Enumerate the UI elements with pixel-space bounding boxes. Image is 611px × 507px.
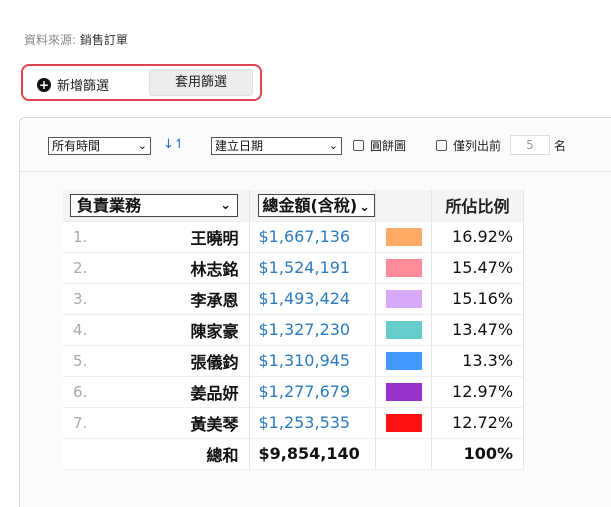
rank-number: 1.: [73, 227, 88, 246]
report-toolbar: 所有時間 ⌄ ↓↿ 建立日期 ⌄ 圓餅圖 僅列出前 5 名: [20, 118, 611, 172]
column-header-percentage: 所佔比例: [431, 190, 525, 222]
apply-filter-button[interactable]: 套用篩選: [149, 69, 253, 96]
group-by-value: 負責業務: [77, 195, 142, 215]
total-label: 總和: [63, 438, 250, 470]
time-range-select[interactable]: 所有時間 ⌄: [48, 137, 151, 155]
sales-rep-name: 姜品妍: [190, 383, 239, 403]
rank-number: 4.: [73, 320, 88, 339]
top-n-suffix: 名: [554, 139, 567, 153]
filter-bar: + 新增篩選 套用篩選: [21, 64, 262, 101]
rank-name-cell: 6. 姜品妍: [63, 376, 250, 408]
color-swatch: [386, 289, 423, 308]
sort-icon[interactable]: ↓↿: [163, 137, 185, 152]
chevron-down-icon: ⌄: [137, 139, 147, 152]
percentage-value: 16.92%: [431, 221, 525, 253]
sales-rep-name: 張儀鈞: [190, 352, 239, 372]
metric-select[interactable]: 總金額(含稅) ⌄: [257, 193, 376, 217]
percentage-value: 12.97%: [431, 376, 525, 408]
total-percentage: 100%: [431, 438, 525, 470]
rank-name-cell: 7. 黃美琴: [63, 407, 250, 439]
total-color-cell: [375, 438, 433, 470]
amount-link[interactable]: $1,327,230: [249, 314, 377, 346]
color-swatch: [386, 227, 423, 246]
column-header-amount: 總金額(含稅) ⌄: [249, 190, 377, 222]
metric-value: 總金額(含稅): [262, 195, 358, 215]
table-header-row: 負責業務 ⌄ 總金額(含稅) ⌄ 所佔比例: [63, 190, 525, 222]
color-swatch: [386, 258, 423, 277]
sales-rep-name: 黃美琴: [190, 414, 239, 434]
rank-number: 6.: [73, 382, 88, 401]
percentage-value: 15.16%: [431, 283, 525, 315]
percentage-value: 13.47%: [431, 314, 525, 346]
group-by-select[interactable]: 負責業務 ⌄: [70, 193, 238, 217]
column-header-sales-rep: 負責業務 ⌄: [63, 190, 250, 222]
color-cell: [375, 345, 433, 377]
color-swatch: [386, 320, 423, 339]
color-cell: [375, 283, 433, 315]
data-source-label: 資料來源:: [24, 33, 77, 47]
rank-name-cell: 4. 陳家豪: [63, 314, 250, 346]
table-row: 4. 陳家豪 $1,327,230 13.47%: [63, 314, 525, 346]
top-n-input[interactable]: 5: [510, 135, 550, 155]
sales-rep-name: 陳家豪: [190, 321, 239, 341]
pie-chart-checkbox[interactable]: 圓餅圖: [353, 137, 406, 154]
amount-link[interactable]: $1,310,945: [249, 345, 377, 377]
plus-circle-icon: +: [37, 77, 51, 92]
pie-chart-label: 圓餅圖: [370, 139, 407, 153]
rank-name-cell: 3. 李承恩: [63, 283, 250, 315]
color-cell: [375, 407, 433, 439]
top-n-label: 僅列出前: [453, 139, 502, 153]
checkbox-icon: [353, 140, 364, 151]
data-source-value: 銷售訂單: [79, 33, 128, 47]
percentage-value: 12.72%: [431, 407, 525, 439]
total-amount: $9,854,140: [249, 438, 377, 470]
color-swatch: [386, 413, 423, 432]
report-panel: 所有時間 ⌄ ↓↿ 建立日期 ⌄ 圓餅圖 僅列出前 5 名 負責業務 ⌄ 總金額…: [19, 117, 611, 507]
column-header-color: [375, 190, 433, 222]
chevron-down-icon: ⌄: [359, 199, 371, 215]
amount-link[interactable]: $1,277,679: [249, 376, 377, 408]
color-cell: [375, 376, 433, 408]
rank-number: 2.: [73, 258, 88, 277]
rank-name-cell: 2. 林志銘: [63, 252, 250, 284]
table-row: 2. 林志銘 $1,524,191 15.47%: [63, 252, 525, 284]
amount-link[interactable]: $1,493,424: [249, 283, 377, 315]
color-swatch: [386, 351, 423, 370]
add-filter-button[interactable]: + 新增篩選: [37, 75, 109, 94]
color-cell: [375, 252, 433, 284]
rank-name-cell: 5. 張儀鈞: [63, 345, 250, 377]
chevron-down-icon: ⌄: [220, 197, 231, 213]
percentage-value: 15.47%: [431, 252, 525, 284]
rank-number: 7.: [73, 413, 88, 432]
rank-number: 5.: [73, 351, 88, 370]
ranking-table: 負責業務 ⌄ 總金額(含稅) ⌄ 所佔比例 1. 王曉明 $1,667,136 16.9…: [63, 190, 525, 470]
sales-rep-name: 李承恩: [190, 290, 239, 310]
time-range-value: 所有時間: [52, 139, 101, 153]
date-field-value: 建立日期: [215, 139, 264, 153]
amount-link[interactable]: $1,524,191: [249, 252, 377, 284]
color-swatch: [386, 382, 423, 401]
data-source: 資料來源: 銷售訂單: [24, 31, 128, 48]
percentage-value: 13.3%: [431, 345, 525, 377]
chevron-down-icon: ⌄: [328, 139, 338, 152]
table-row: 6. 姜品妍 $1,277,679 12.97%: [63, 376, 525, 408]
table-row: 1. 王曉明 $1,667,136 16.92%: [63, 221, 525, 253]
add-filter-label: 新增篩選: [57, 79, 110, 94]
amount-link[interactable]: $1,253,535: [249, 407, 377, 439]
rank-number: 3.: [73, 289, 88, 308]
table-row: 5. 張儀鈞 $1,310,945 13.3%: [63, 345, 525, 377]
table-row: 7. 黃美琴 $1,253,535 12.72%: [63, 407, 525, 439]
top-n-checkbox[interactable]: 僅列出前: [436, 137, 501, 154]
sales-rep-name: 王曉明: [190, 228, 239, 248]
sales-rep-name: 林志銘: [190, 259, 239, 279]
color-cell: [375, 314, 433, 346]
checkbox-icon: [436, 140, 447, 151]
date-field-select[interactable]: 建立日期 ⌄: [211, 137, 342, 155]
total-row: 總和 $9,854,140 100%: [63, 438, 525, 470]
color-cell: [375, 221, 433, 253]
amount-link[interactable]: $1,667,136: [249, 221, 377, 253]
table-row: 3. 李承恩 $1,493,424 15.16%: [63, 283, 525, 315]
rank-name-cell: 1. 王曉明: [63, 221, 250, 253]
